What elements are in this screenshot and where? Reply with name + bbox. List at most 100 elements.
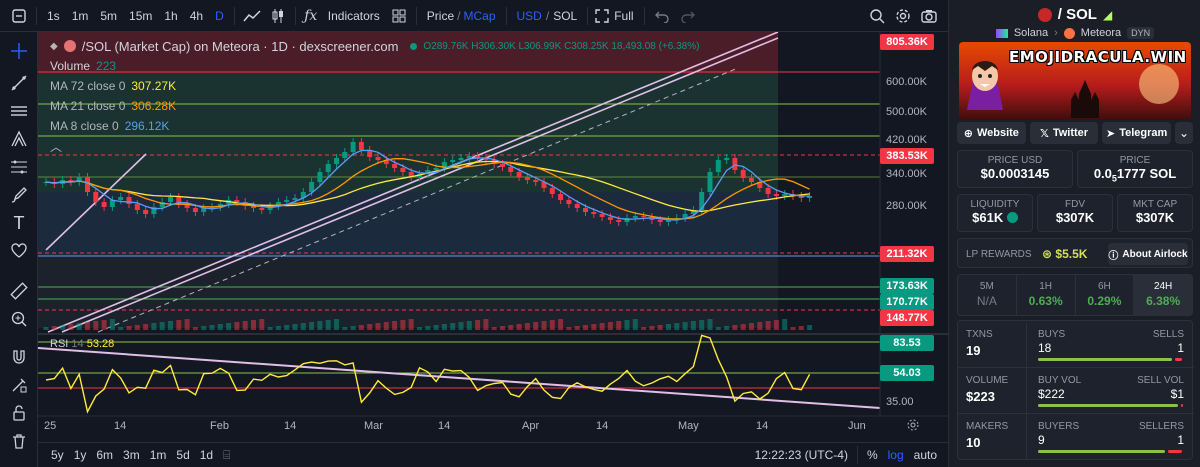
lock-drawing-icon[interactable] xyxy=(8,374,30,396)
collapse-legend-icon[interactable]: ︿ xyxy=(50,136,699,156)
lock-icon[interactable] xyxy=(8,402,30,424)
horizontal-lines-icon[interactable] xyxy=(8,100,30,122)
website-link[interactable]: ⊕ Website xyxy=(957,122,1026,144)
volume-bar xyxy=(159,322,165,330)
range-6m[interactable]: 6m xyxy=(91,448,118,462)
date-range-icon[interactable]: ⌸ xyxy=(218,448,235,463)
indicators-button[interactable]: Indicators xyxy=(322,0,386,32)
token-banner[interactable]: EMOJIDRACULA.WIN xyxy=(959,42,1191,120)
interval-1s[interactable]: 1s xyxy=(41,0,66,32)
interval-5m[interactable]: 5m xyxy=(94,0,123,32)
legend-ma72: MA 72 close 0 307.27K xyxy=(50,79,177,93)
divider xyxy=(233,6,235,25)
about-airlock-button[interactable]: ⓘ About Airlock xyxy=(1108,243,1188,265)
range-5d[interactable]: 5d xyxy=(171,448,194,462)
interval-1m[interactable]: 1m xyxy=(66,0,95,32)
zoom-icon[interactable] xyxy=(864,0,890,32)
status-dot-icon xyxy=(410,42,418,50)
meteora-icon xyxy=(1063,27,1075,39)
interval-1h[interactable]: 1h xyxy=(158,0,183,32)
twitter-link[interactable]: 𝕏 Twitter xyxy=(1029,122,1099,144)
log-toggle[interactable]: log xyxy=(883,448,909,462)
rsi-tick: 35.00 xyxy=(886,396,914,408)
camera-icon[interactable] xyxy=(916,0,942,32)
range-5y[interactable]: 5y xyxy=(46,448,69,462)
undo-icon[interactable] xyxy=(649,0,675,32)
trade-stats: TXNS 19 BUYS 18 SELLS 1 VOLUME $223 BUY … xyxy=(957,320,1194,460)
tab-5m[interactable]: 5M N/A xyxy=(958,275,1017,315)
boost-icon[interactable]: ◢ xyxy=(1103,8,1112,22)
line-chart-icon[interactable] xyxy=(239,0,265,32)
candle-body xyxy=(126,197,132,204)
layout-grid-icon[interactable] xyxy=(386,0,412,32)
candles-icon[interactable] xyxy=(265,0,291,32)
sol-toggle[interactable]: SOL xyxy=(553,0,583,32)
collapse-icon[interactable]: ◆ xyxy=(50,41,58,52)
time-tick: Feb xyxy=(210,420,229,432)
text-tool-icon[interactable]: T xyxy=(8,212,30,234)
volume-bar xyxy=(101,320,107,330)
settings-gear-icon[interactable] xyxy=(890,0,916,32)
telegram-link[interactable]: ➤ Telegram xyxy=(1102,122,1172,144)
volume-bar xyxy=(383,322,389,330)
candle-body xyxy=(641,216,647,217)
liquidity-card: LIQUIDITY $61K xyxy=(957,194,1033,232)
volume-bar xyxy=(782,319,788,330)
volume-bar xyxy=(267,327,273,330)
fdv-card: FDV $307K xyxy=(1037,194,1113,232)
lp-rewards-row: LP REWARDS ⊛ $5.5K ⓘ About Airlock xyxy=(957,238,1193,268)
volume-bar xyxy=(417,327,422,330)
range-3m[interactable]: 3m xyxy=(118,448,145,462)
pair-info-panel: / SOL ◢ Solana › Meteora DYN EMOJIDRACUL… xyxy=(948,0,1200,467)
percent-toggle[interactable]: % xyxy=(862,448,883,462)
dracula-emoji-icon xyxy=(965,50,1005,110)
zoom-in-icon[interactable] xyxy=(8,308,30,330)
tab-1h[interactable]: 1H 0.63% xyxy=(1017,275,1076,315)
candle-body xyxy=(516,172,522,177)
ruler-icon[interactable] xyxy=(8,280,30,302)
more-links-icon[interactable]: ⌄ xyxy=(1175,122,1194,144)
chart-pane[interactable]: ◆ /SOL (Market Cap) on Meteora · 1D · de… xyxy=(38,32,948,442)
telegram-icon: ➤ xyxy=(1106,127,1116,140)
full-button[interactable]: Full xyxy=(612,0,639,32)
volume-bar xyxy=(591,324,597,330)
mcap-toggle[interactable]: MCap xyxy=(463,0,501,32)
heart-icon[interactable] xyxy=(8,240,30,262)
redo-icon[interactable] xyxy=(675,0,701,32)
interval-15m[interactable]: 15m xyxy=(123,0,158,32)
range-1m[interactable]: 1m xyxy=(145,448,172,462)
volume-bar xyxy=(408,319,414,330)
clock[interactable]: 12:22:23 (UTC-4) xyxy=(750,448,853,462)
magnet-icon[interactable] xyxy=(8,346,30,368)
candle-body xyxy=(450,160,456,162)
range-1y[interactable]: 1y xyxy=(69,448,92,462)
expand-icon[interactable] xyxy=(592,0,612,32)
range-1d[interactable]: 1d xyxy=(195,448,218,462)
volume-bar xyxy=(624,320,630,330)
pitchfork-icon[interactable] xyxy=(8,128,30,150)
candle-body xyxy=(782,194,788,196)
tab-24h[interactable]: 24H 6.38% xyxy=(1134,275,1192,315)
volume-bar xyxy=(76,323,82,330)
auto-toggle[interactable]: auto xyxy=(909,448,942,462)
volume-bar xyxy=(690,321,696,330)
tab-6h[interactable]: 6H 0.29% xyxy=(1076,275,1135,315)
crosshair-icon[interactable] xyxy=(8,40,30,62)
fib-tools-icon[interactable] xyxy=(8,156,30,178)
volume-bar xyxy=(292,324,298,330)
brush-icon[interactable] xyxy=(8,184,30,206)
symbol-search-icon[interactable] xyxy=(6,0,32,32)
candle-body xyxy=(583,208,588,212)
locked-icon xyxy=(1006,212,1018,223)
price-toggle[interactable]: Price xyxy=(421,0,454,32)
castle-icon xyxy=(1067,76,1107,118)
info-icon: ⓘ xyxy=(1108,250,1119,262)
trash-icon[interactable] xyxy=(8,430,30,452)
chain-row: Solana › Meteora DYN xyxy=(949,27,1200,39)
interval-1d[interactable]: D xyxy=(209,0,230,32)
trend-line-icon[interactable] xyxy=(8,72,30,94)
usd-toggle[interactable]: USD xyxy=(511,0,542,32)
interval-4h[interactable]: 4h xyxy=(184,0,209,32)
function-icon[interactable]: ƒx xyxy=(300,0,322,32)
candle-body xyxy=(765,188,771,194)
